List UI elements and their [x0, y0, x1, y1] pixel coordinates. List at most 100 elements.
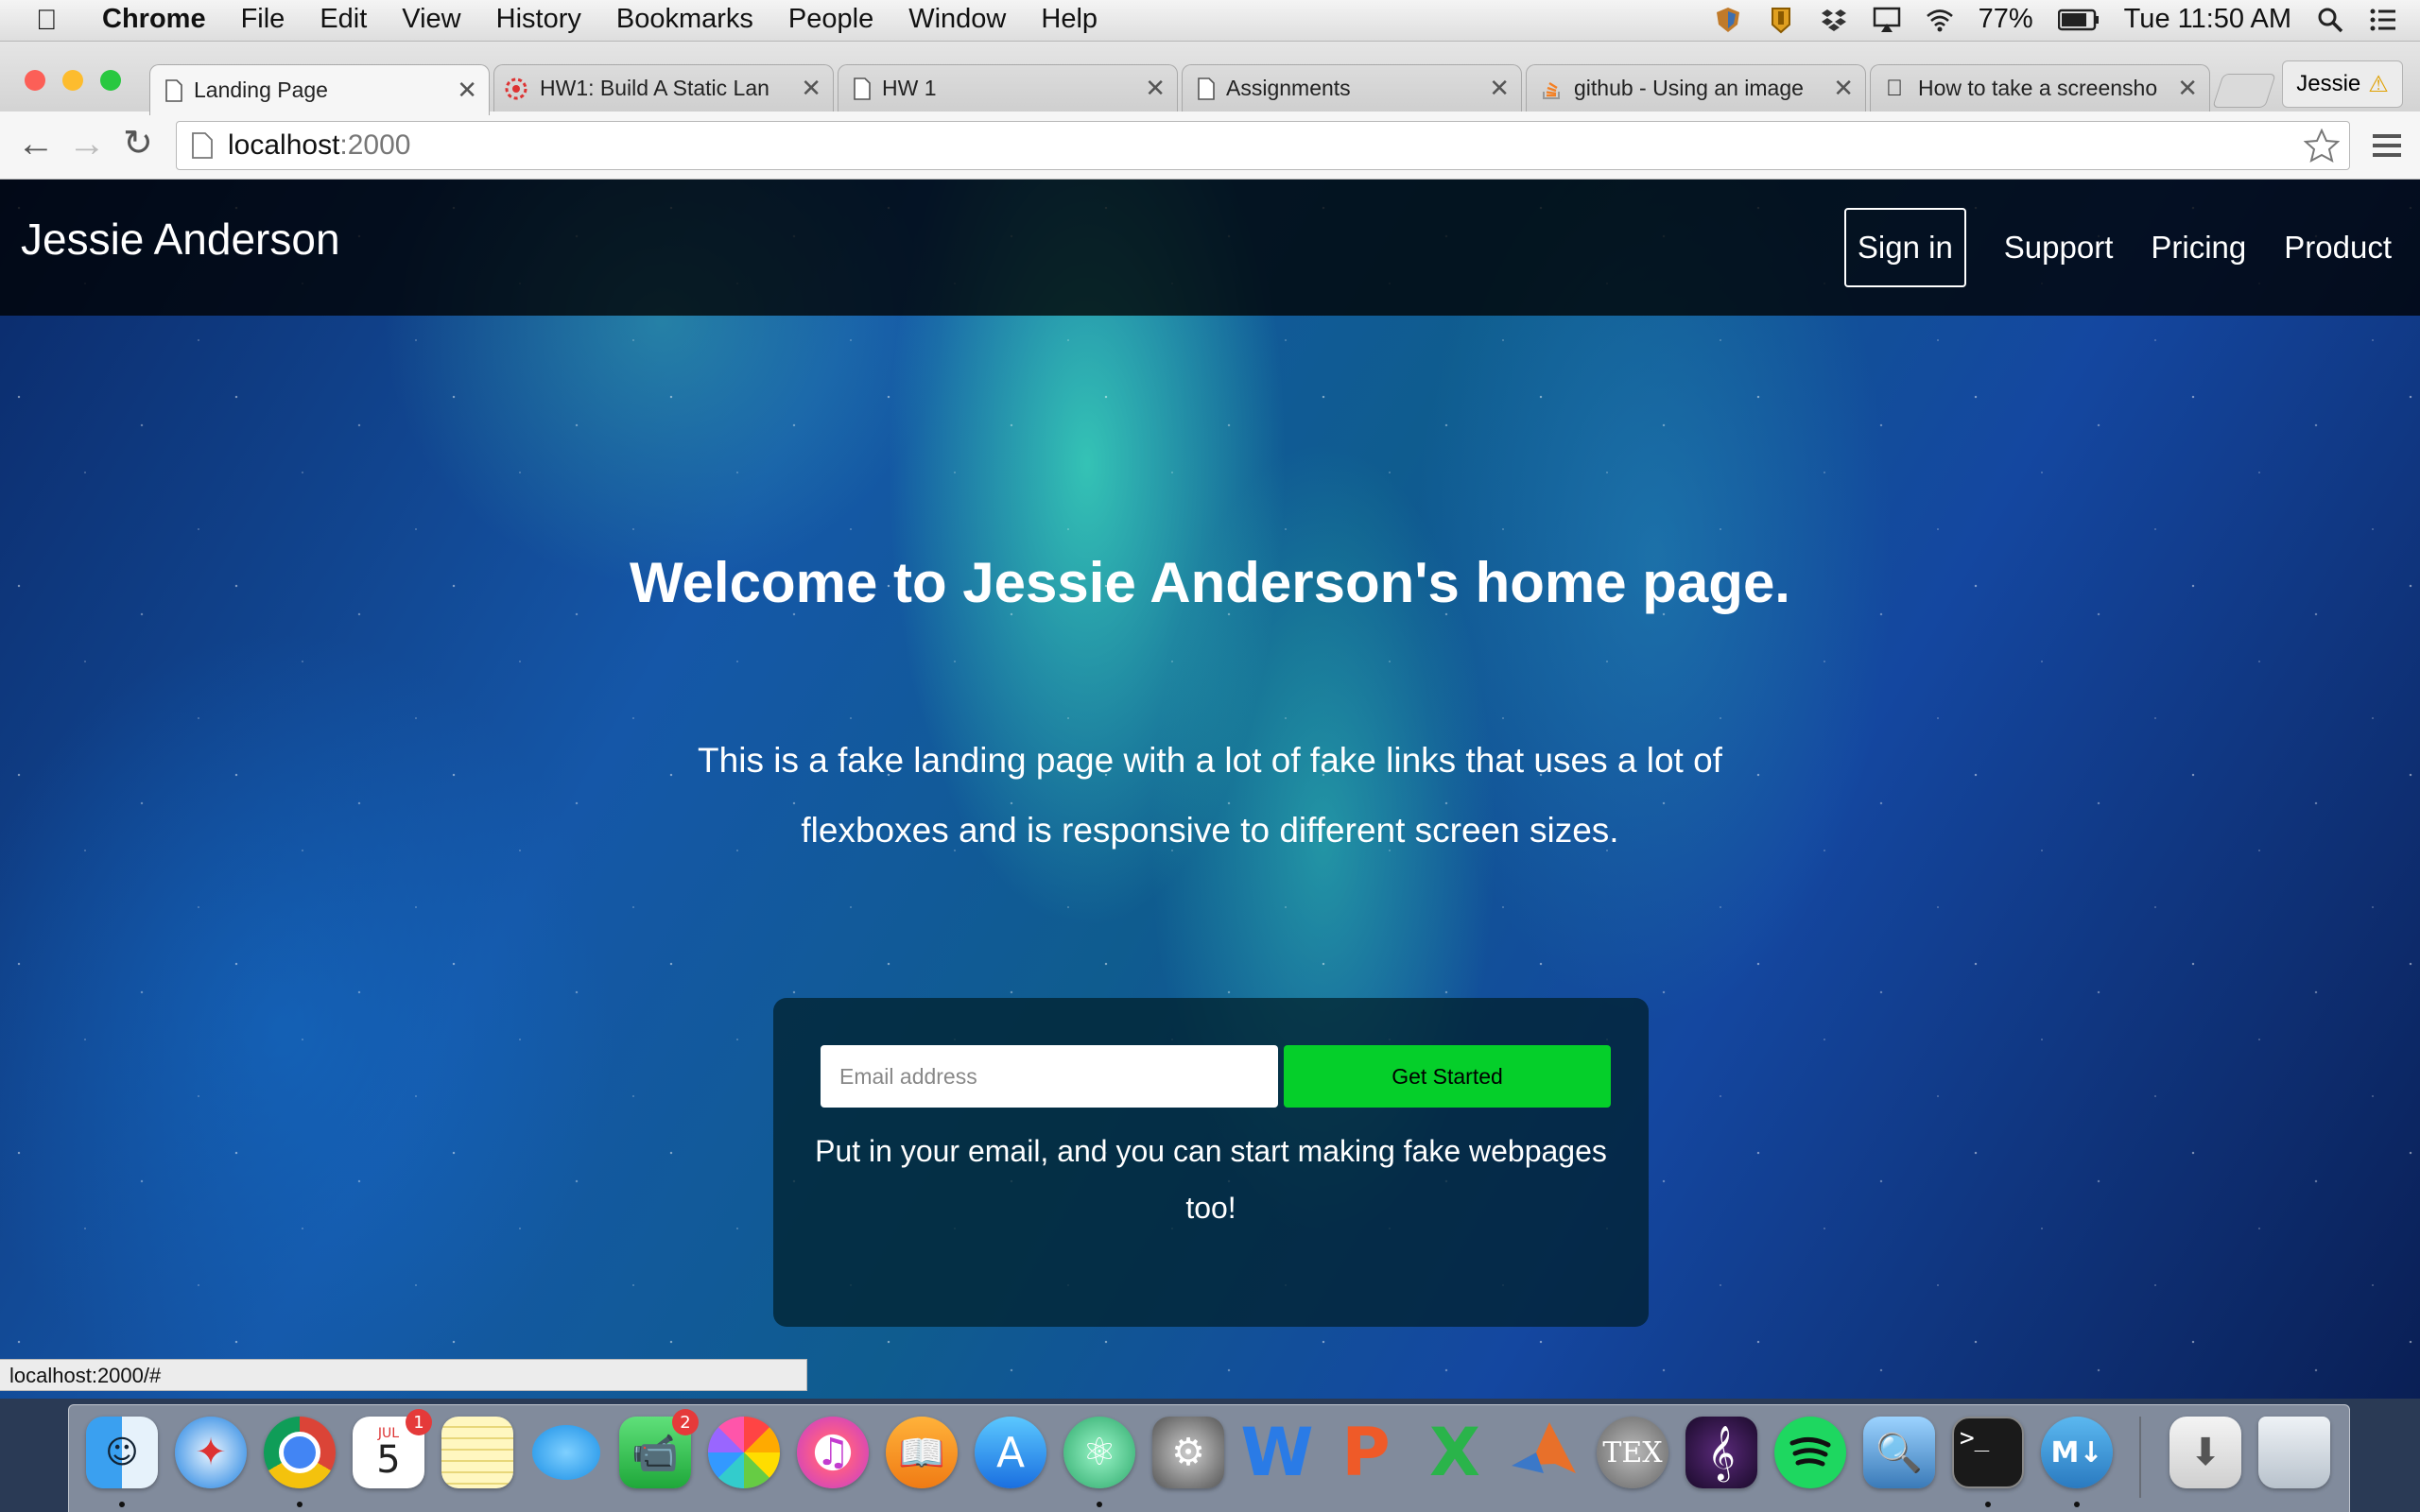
course-logo-icon	[505, 77, 527, 99]
menu-view[interactable]: View	[402, 4, 460, 35]
window-zoom-button[interactable]	[100, 70, 121, 91]
excel-icon[interactable]: X	[1419, 1414, 1491, 1491]
menu-app-name[interactable]: Chrome	[102, 4, 206, 35]
ibooks-icon[interactable]: 📖	[886, 1417, 958, 1488]
window-close-button[interactable]	[25, 70, 45, 91]
shield-extension-icon[interactable]	[1714, 6, 1742, 34]
warning-icon: ⚠	[2368, 71, 2389, 97]
preview-icon[interactable]: 🔍	[1863, 1417, 1935, 1488]
atom-icon[interactable]: ⚛	[1063, 1417, 1135, 1488]
photos-icon[interactable]	[708, 1417, 780, 1488]
musescore-icon[interactable]: 𝄞	[1685, 1417, 1757, 1488]
running-indicator	[119, 1502, 125, 1507]
terminal-icon[interactable]: >_	[1952, 1417, 2024, 1488]
dropbox-icon[interactable]	[1820, 6, 1848, 34]
back-arrow-icon[interactable]: ←	[17, 125, 55, 163]
tab-close-icon[interactable]: ✕	[1833, 74, 1854, 103]
badge-extension-icon[interactable]	[1767, 6, 1795, 34]
menu-people[interactable]: People	[788, 4, 873, 35]
tab-screenshot-howto[interactable]:  How to take a screensho ✕	[1870, 64, 2210, 112]
profile-name: Jessie	[2296, 71, 2361, 96]
menu-history[interactable]: History	[496, 4, 581, 35]
powerpoint-icon[interactable]: P	[1330, 1414, 1402, 1491]
markdown-icon[interactable]: M↓	[2041, 1417, 2113, 1488]
notification-center-icon[interactable]	[2369, 6, 2397, 34]
dock: ☺ ✦ JUL 5 1 📹 2 ♫ 📖 A ⚛ ⚙ W P X TEX 𝄞 🔍 >…	[68, 1404, 2350, 1512]
running-indicator	[1097, 1502, 1102, 1507]
signin-link[interactable]: Sign in	[1843, 208, 1966, 287]
matlab-icon[interactable]	[1508, 1417, 1580, 1488]
status-menus: 77% Tue 11:50 AM	[1689, 4, 2397, 35]
app-store-icon[interactable]: A	[975, 1417, 1046, 1488]
menu-edit[interactable]: Edit	[320, 4, 367, 35]
messages-icon[interactable]	[530, 1417, 602, 1488]
word-icon[interactable]: W	[1240, 1414, 1313, 1491]
tab-close-icon[interactable]: ✕	[457, 76, 477, 105]
menu-bookmarks[interactable]: Bookmarks	[616, 4, 753, 35]
menu-bar:  Chrome File Edit View History Bookmark…	[0, 0, 2420, 42]
page-info-icon[interactable]	[192, 132, 213, 159]
trash-icon[interactable]	[2258, 1417, 2330, 1488]
page-icon	[165, 78, 182, 102]
tab-close-icon[interactable]: ✕	[801, 74, 821, 103]
stackoverflow-icon	[1543, 81, 1560, 99]
tex-icon[interactable]: TEX	[1597, 1417, 1668, 1488]
menu-window[interactable]: Window	[908, 4, 1006, 35]
email-input[interactable]	[821, 1045, 1278, 1108]
tab-title: HW1: Build A Static Lan	[540, 76, 769, 100]
finder-icon[interactable]: ☺	[86, 1417, 158, 1488]
calendar-icon[interactable]: JUL 5 1	[353, 1409, 432, 1488]
menu-help[interactable]: Help	[1041, 4, 1098, 35]
forward-arrow-icon[interactable]: →	[68, 125, 106, 163]
link-status-bar: localhost:2000/#	[0, 1359, 807, 1391]
nav-links: Sign in Support Pricing Product	[1806, 208, 2392, 287]
app-menus: Chrome File Edit View History Bookmarks …	[102, 4, 1132, 35]
support-link[interactable]: Support	[2004, 230, 2114, 266]
tab-close-icon[interactable]: ✕	[1489, 74, 1510, 103]
tab-hw-1[interactable]: HW 1 ✕	[838, 64, 1178, 112]
facetime-icon[interactable]: 📹 2	[619, 1409, 699, 1488]
product-link[interactable]: Product	[2284, 230, 2392, 266]
safari-icon[interactable]: ✦	[175, 1417, 247, 1488]
wifi-icon[interactable]	[1926, 6, 1954, 34]
itunes-icon[interactable]: ♫	[797, 1417, 869, 1488]
battery-icon[interactable]	[2057, 9, 2100, 31]
reload-icon[interactable]: ↻	[123, 125, 153, 163]
spotify-icon[interactable]	[1774, 1417, 1846, 1488]
signup-card: Get Started Put in your email, and you c…	[773, 998, 1649, 1327]
tab-close-icon[interactable]: ✕	[1145, 74, 1166, 103]
address-bar[interactable]: localhost:2000	[176, 121, 2350, 170]
apple-menu-icon[interactable]: 	[36, 5, 58, 37]
chrome-icon[interactable]	[264, 1417, 336, 1488]
menu-clock[interactable]: Tue 11:50 AM	[2124, 4, 2291, 35]
tab-landing-page[interactable]: Landing Page ✕	[149, 64, 490, 115]
page-icon	[854, 77, 871, 100]
tab-hw1-build[interactable]: HW1: Build A Static Lan ✕	[493, 64, 834, 112]
downloads-icon[interactable]: ⬇	[2169, 1417, 2241, 1488]
tab-assignments[interactable]: Assignments ✕	[1182, 64, 1522, 112]
pricing-link[interactable]: Pricing	[2151, 230, 2246, 266]
menu-file[interactable]: File	[241, 4, 285, 35]
calendar-badge: 1	[406, 1409, 432, 1435]
new-tab-button[interactable]	[2212, 74, 2276, 108]
system-preferences-icon[interactable]: ⚙	[1152, 1417, 1224, 1488]
running-indicator	[2074, 1502, 2080, 1507]
window-minimize-button[interactable]	[62, 70, 83, 91]
tab-github-image[interactable]: github - Using an image ✕	[1526, 64, 1866, 112]
notes-icon[interactable]	[441, 1417, 513, 1488]
tab-title: How to take a screensho	[1918, 76, 2158, 100]
spotlight-search-icon[interactable]	[2316, 6, 2344, 34]
signup-card-text: Put in your email, and you can start mak…	[815, 1134, 1607, 1225]
running-indicator	[297, 1502, 302, 1507]
get-started-button[interactable]: Get Started	[1284, 1045, 1611, 1108]
url-port: :2000	[339, 129, 411, 161]
hero-subtitle: This is a fake landing page with a lot o…	[698, 741, 1722, 850]
chrome-menu-icon[interactable]	[2373, 132, 2401, 159]
profile-button[interactable]: Jessie ⚠	[2282, 60, 2403, 108]
airplay-icon[interactable]	[1873, 6, 1901, 34]
site-navbar: Jessie Anderson Sign in Support Pricing …	[0, 180, 2420, 316]
tab-title: Landing Page	[194, 77, 328, 102]
site-brand[interactable]: Jessie Anderson	[21, 214, 340, 265]
tab-close-icon[interactable]: ✕	[2177, 74, 2198, 103]
bookmark-star-icon[interactable]	[2304, 129, 2340, 163]
